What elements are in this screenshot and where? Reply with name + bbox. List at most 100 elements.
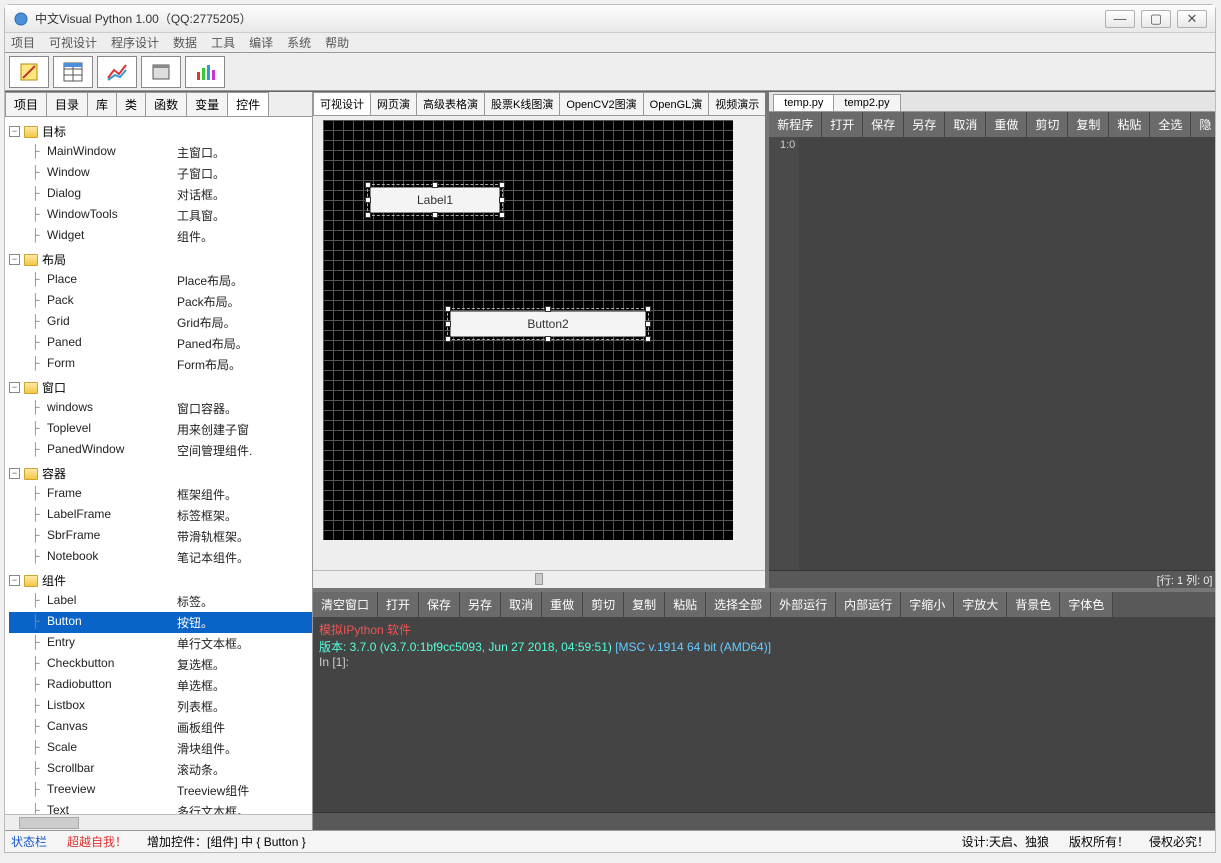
design-tab-3[interactable]: 股票K线图演 — [484, 92, 560, 115]
label1-selection[interactable]: Label1 — [367, 184, 503, 216]
tree-item-组件-Treeview[interactable]: TreeviewTreeview组件 — [9, 780, 312, 801]
tree-item-组件-Radiobutton[interactable]: Radiobutton单选框。 — [9, 675, 312, 696]
menu-6[interactable]: 系统 — [287, 34, 311, 51]
tool-line-chart-icon[interactable] — [97, 56, 137, 88]
tree-item-组件-Text[interactable]: Text多行文本框。 — [9, 801, 312, 814]
menu-3[interactable]: 数据 — [173, 34, 197, 51]
expander-icon[interactable]: − — [9, 254, 20, 265]
minimize-button[interactable]: — — [1105, 10, 1135, 28]
tree-item-窗口-Toplevel[interactable]: Toplevel用来创建子窗 — [9, 419, 312, 440]
code-btn-5[interactable]: 重做 — [986, 112, 1027, 137]
code-btn-6[interactable]: 剪切 — [1027, 112, 1068, 137]
console-scrollbar[interactable] — [313, 812, 1215, 830]
tree-item-容器-Frame[interactable]: Frame框架组件。 — [9, 484, 312, 505]
menu-4[interactable]: 工具 — [211, 34, 235, 51]
code-tab-1[interactable]: temp2.py — [833, 94, 900, 111]
console-btn-1[interactable]: 打开 — [378, 592, 419, 617]
design-tab-1[interactable]: 网页演 — [370, 92, 417, 115]
tree-item-布局-Form[interactable]: FormForm布局。 — [9, 354, 312, 375]
tree-item-布局-Place[interactable]: PlacePlace布局。 — [9, 270, 312, 291]
left-tab-1[interactable]: 目录 — [46, 92, 88, 116]
widget-button2[interactable]: Button2 — [450, 311, 646, 337]
menu-5[interactable]: 编译 — [249, 34, 273, 51]
console-btn-0[interactable]: 清空窗口 — [313, 592, 378, 617]
tree-item-组件-Checkbutton[interactable]: Checkbutton复选框。 — [9, 654, 312, 675]
console-btn-14[interactable]: 背景色 — [1007, 592, 1060, 617]
expander-icon[interactable]: − — [9, 382, 20, 393]
tree-item-组件-Entry[interactable]: Entry单行文本框。 — [9, 633, 312, 654]
left-tab-5[interactable]: 变量 — [186, 92, 228, 116]
console-btn-3[interactable]: 另存 — [460, 592, 501, 617]
design-tab-0[interactable]: 可视设计 — [313, 92, 371, 115]
code-btn-10[interactable]: 隐 — [1191, 112, 1215, 137]
console-btn-8[interactable]: 粘贴 — [665, 592, 706, 617]
design-tab-2[interactable]: 高级表格演 — [416, 92, 485, 115]
tree-item-组件-Canvas[interactable]: Canvas画板组件 — [9, 717, 312, 738]
button2-selection[interactable]: Button2 — [447, 308, 649, 340]
left-tab-6[interactable]: 控件 — [227, 92, 269, 116]
tree-item-窗口-windows[interactable]: windows窗口容器。 — [9, 398, 312, 419]
console-btn-5[interactable]: 重做 — [542, 592, 583, 617]
tree-group-0[interactable]: −目标 — [9, 121, 312, 142]
console-btn-15[interactable]: 字体色 — [1060, 592, 1113, 617]
code-tab-0[interactable]: temp.py — [773, 94, 834, 111]
console-btn-10[interactable]: 外部运行 — [771, 592, 836, 617]
code-btn-3[interactable]: 另存 — [904, 112, 945, 137]
code-btn-8[interactable]: 粘贴 — [1109, 112, 1150, 137]
menu-1[interactable]: 可视设计 — [49, 34, 97, 51]
code-btn-0[interactable]: 新程序 — [769, 112, 822, 137]
menu-7[interactable]: 帮助 — [325, 34, 349, 51]
tree-item-布局-Grid[interactable]: GridGrid布局。 — [9, 312, 312, 333]
console-btn-4[interactable]: 取消 — [501, 592, 542, 617]
canvas-scrollbar[interactable] — [313, 570, 765, 588]
tree-group-3[interactable]: −容器 — [9, 463, 312, 484]
code-btn-9[interactable]: 全选 — [1150, 112, 1191, 137]
tree-item-组件-Label[interactable]: Label标签。 — [9, 591, 312, 612]
tree-group-2[interactable]: −窗口 — [9, 377, 312, 398]
tree-item-目标-MainWindow[interactable]: MainWindow主窗口。 — [9, 142, 312, 163]
tree-group-1[interactable]: −布局 — [9, 249, 312, 270]
tree-item-容器-SbrFrame[interactable]: SbrFrame带滑轨框架。 — [9, 526, 312, 547]
component-tree[interactable]: −目标MainWindow主窗口。Window子窗口。Dialog对话框。Win… — [5, 117, 312, 814]
design-tab-6[interactable]: 视频演示 — [708, 92, 765, 115]
tree-group-4[interactable]: −组件 — [9, 570, 312, 591]
close-button[interactable]: ✕ — [1177, 10, 1207, 28]
left-tab-4[interactable]: 函数 — [145, 92, 187, 116]
design-canvas[interactable]: Label1 Button2 — [313, 116, 765, 570]
code-btn-1[interactable]: 打开 — [822, 112, 863, 137]
menu-0[interactable]: 项目 — [11, 34, 35, 51]
console-btn-2[interactable]: 保存 — [419, 592, 460, 617]
tool-bar-chart-icon[interactable] — [185, 56, 225, 88]
tree-item-目标-Window[interactable]: Window子窗口。 — [9, 163, 312, 184]
left-tab-3[interactable]: 类 — [116, 92, 146, 116]
tree-item-窗口-PanedWindow[interactable]: PanedWindow空间管理组件. — [9, 440, 312, 461]
menu-2[interactable]: 程序设计 — [111, 34, 159, 51]
tool-edit-icon[interactable] — [9, 56, 49, 88]
tree-item-容器-Notebook[interactable]: Notebook笔记本组件。 — [9, 547, 312, 568]
expander-icon[interactable]: − — [9, 126, 20, 137]
tree-item-组件-Button[interactable]: Button按钮。 — [9, 612, 312, 633]
expander-icon[interactable]: − — [9, 575, 20, 586]
tree-item-容器-LabelFrame[interactable]: LabelFrame标签框架。 — [9, 505, 312, 526]
design-tab-5[interactable]: OpenGL演 — [643, 92, 710, 115]
design-tab-4[interactable]: OpenCV2图演 — [559, 92, 643, 115]
console-output[interactable]: 模拟IPython 软件 版本: 3.7.0 (v3.7.0:1bf9cc509… — [313, 617, 1215, 812]
console-btn-7[interactable]: 复制 — [624, 592, 665, 617]
tree-item-目标-Dialog[interactable]: Dialog对话框。 — [9, 184, 312, 205]
tree-item-布局-Pack[interactable]: PackPack布局。 — [9, 291, 312, 312]
console-btn-9[interactable]: 选择全部 — [706, 592, 771, 617]
tree-item-布局-Paned[interactable]: PanedPaned布局。 — [9, 333, 312, 354]
expander-icon[interactable]: − — [9, 468, 20, 479]
tree-item-组件-Listbox[interactable]: Listbox列表框。 — [9, 696, 312, 717]
maximize-button[interactable]: ▢ — [1141, 10, 1171, 28]
left-scrollbar[interactable] — [5, 814, 312, 830]
tree-item-组件-Scale[interactable]: Scale滑块组件。 — [9, 738, 312, 759]
code-btn-7[interactable]: 复制 — [1068, 112, 1109, 137]
console-btn-13[interactable]: 字放大 — [954, 592, 1007, 617]
left-tab-0[interactable]: 项目 — [5, 92, 47, 116]
console-btn-12[interactable]: 字缩小 — [901, 592, 954, 617]
tree-item-目标-WindowTools[interactable]: WindowTools工具窗。 — [9, 205, 312, 226]
tool-window-icon[interactable] — [141, 56, 181, 88]
code-btn-4[interactable]: 取消 — [945, 112, 986, 137]
code-editor[interactable] — [799, 137, 1215, 570]
